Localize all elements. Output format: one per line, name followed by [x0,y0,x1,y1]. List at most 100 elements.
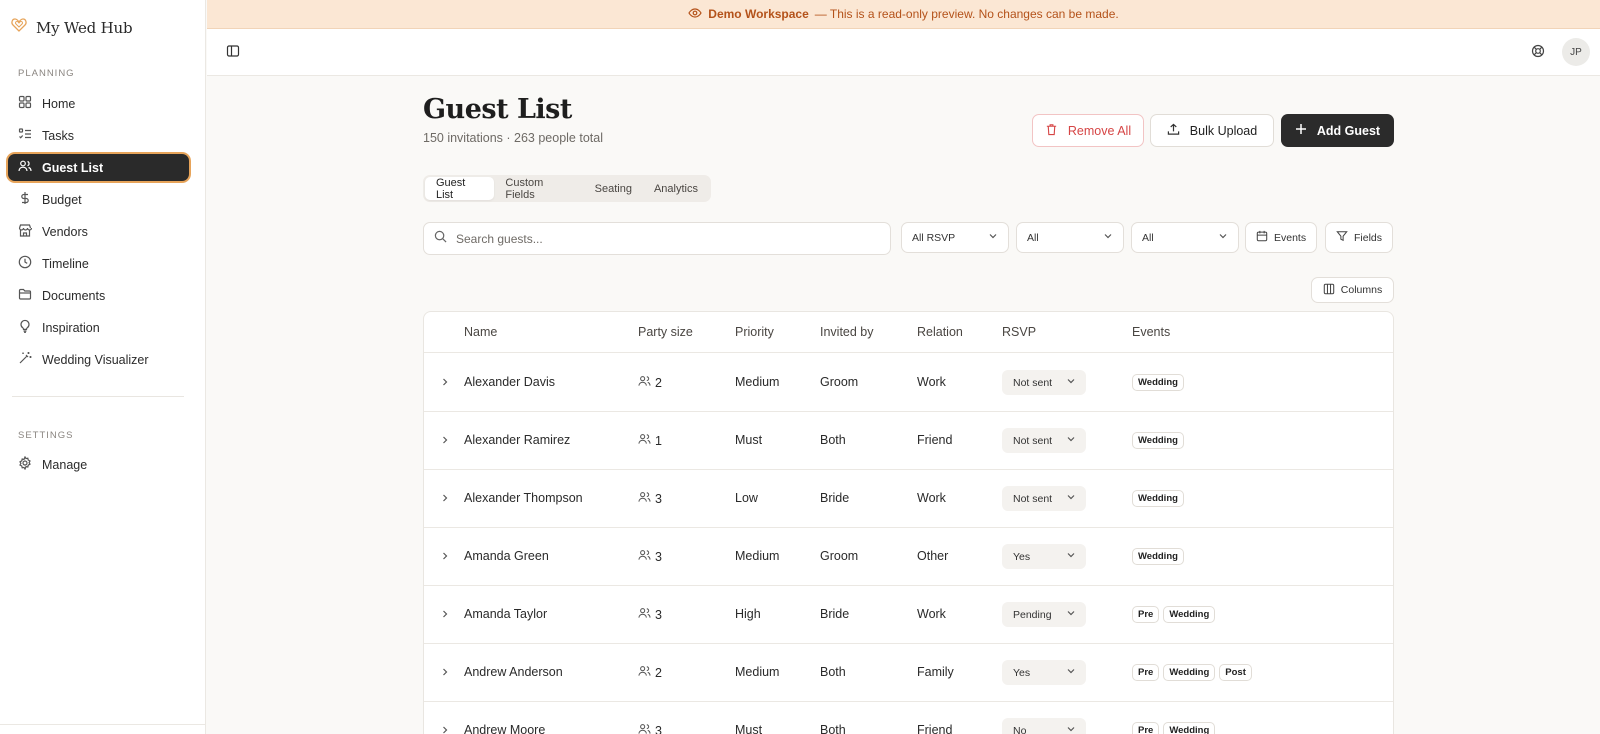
sidebar-item-guest-list[interactable]: Guest List [8,154,189,181]
guest-name: Alexander Ramirez [464,433,571,447]
sidebar-item-inspiration[interactable]: Inspiration [8,314,189,341]
tab-guest-list[interactable]: Guest List [425,177,495,201]
rsvp-select[interactable]: Yes [1002,544,1086,569]
header-rsvp[interactable]: RSVP [1002,325,1036,339]
rsvp-select[interactable]: Not sent [1002,428,1086,453]
header-invited-by[interactable]: Invited by [820,325,874,339]
table-row[interactable]: Andrew Anderson 2 Medium Both Family Yes Pre We… [424,644,1393,702]
filter-3-select[interactable]: All [1131,222,1239,253]
party-size-value: 2 [655,375,662,390]
search-input[interactable] [456,231,856,246]
sidebar-item-budget[interactable]: Budget [8,186,189,213]
sidebar-item-wedding-visualizer[interactable]: Wedding Visualizer [8,346,189,373]
fields-filter-button[interactable]: Fields [1325,222,1394,253]
header-party-size[interactable]: Party size [638,325,693,339]
search-box [423,222,891,255]
tab-seating[interactable]: Seating [584,177,643,200]
help-button[interactable] [1528,43,1548,63]
users-icon [18,159,32,176]
invited-by: Both [820,723,846,734]
event-tag: Wedding [1132,432,1184,449]
table-row[interactable]: Alexander Ramirez 1 Must Both Friend Not sent… [424,412,1393,470]
party-size-value: 3 [655,723,662,734]
priority: Must [735,723,763,734]
sidebar-item-vendors[interactable]: Vendors [8,218,189,245]
workspace-name: Demo Workspace [708,7,809,21]
sidebar-item-tasks[interactable]: Tasks [8,122,189,149]
sidebar-item-documents[interactable]: Documents [8,282,189,309]
expand-row-chevron-icon[interactable] [436,605,454,623]
expand-row-chevron-icon[interactable] [436,721,454,734]
expand-row-chevron-icon[interactable] [436,547,454,565]
party-size-value: 3 [655,607,662,622]
table-row[interactable]: Amanda Taylor 3 High Bride Work Pending Pre Wed… [424,586,1393,644]
expand-row-chevron-icon[interactable] [436,663,454,681]
upload-icon [1167,123,1180,139]
events-filter-button[interactable]: Events [1245,222,1318,253]
avatar[interactable]: JP [1562,38,1590,66]
sidebar-item-timeline[interactable]: Timeline [8,250,189,277]
add-guest-button[interactable]: Add Guest [1281,114,1394,147]
rsvp-value: Not sent [1013,376,1053,389]
magic-wand-icon [18,351,32,368]
rsvp-select[interactable]: Not sent [1002,370,1086,395]
expand-row-chevron-icon[interactable] [436,431,454,449]
rsvp-select[interactable]: Pending [1002,602,1086,627]
guest-name: Alexander Thompson [464,491,583,505]
party-size: 3 [638,549,662,564]
tab-analytics[interactable]: Analytics [643,177,709,200]
event-tag: Pre [1132,606,1160,623]
rsvp-value: Pending [1013,608,1052,621]
bulk-upload-button[interactable]: Bulk Upload [1150,114,1274,147]
table-row[interactable]: Andrew Moore 3 Must Both Friend No Pre Wedding [424,702,1393,734]
sidebar-item-manage[interactable]: Manage [8,451,189,478]
event-tag: Pre [1132,664,1160,681]
planning-section-label: PLANNING [18,68,75,79]
sidebar-item-label: Budget [42,192,82,207]
chevron-down-icon [1218,231,1228,244]
filter-2-value: All [1027,231,1039,244]
rsvp-value: Yes [1013,550,1031,563]
chevron-down-icon [1066,492,1076,505]
header-relation[interactable]: Relation [917,325,963,339]
header-priority[interactable]: Priority [735,325,774,339]
table-row[interactable]: Alexander Davis 2 Medium Groom Work Not sent W… [424,354,1393,412]
party-size: 2 [638,665,662,680]
sidebar-item-label: Vendors [42,224,88,239]
guest-name: Andrew Anderson [464,665,563,679]
users-icon [638,665,651,680]
events-tags: Wedding [1132,548,1184,565]
sidebar-item-home[interactable]: Home [8,90,189,117]
rsvp-filter-select[interactable]: All RSVP [901,222,1009,253]
header-name[interactable]: Name [464,325,497,339]
remove-all-button[interactable]: Remove All [1032,114,1144,147]
settings-section-label: SETTINGS [18,430,74,441]
users-icon [638,491,651,506]
sidebar-footer [0,724,206,734]
expand-row-chevron-icon[interactable] [436,373,454,391]
lightbulb-icon [18,319,32,336]
trash-icon [1045,123,1058,139]
columns-button[interactable]: Columns [1311,277,1394,303]
rsvp-value: Not sent [1013,434,1053,447]
events-tags: Wedding [1132,490,1184,507]
relation: Work [917,607,946,621]
invited-by: Groom [820,549,859,563]
dollar-icon [18,191,32,208]
rsvp-select[interactable]: Yes [1002,660,1086,685]
brand[interactable]: My Wed Hub [10,17,133,38]
header-events[interactable]: Events [1132,325,1170,339]
rsvp-select[interactable]: No [1002,718,1086,734]
folder-icon [18,287,32,304]
filter-2-select[interactable]: All [1016,222,1124,253]
sidebar-item-label: Wedding Visualizer [42,352,149,367]
table-row[interactable]: Alexander Thompson 3 Low Bride Work Not sent W… [424,470,1393,528]
rsvp-select[interactable]: Not sent [1002,486,1086,511]
table-header: Name Party size Priority Invited by Rela… [424,312,1393,353]
expand-row-chevron-icon[interactable] [436,489,454,507]
tab-custom-fields[interactable]: Custom Fields [494,177,583,201]
filter-funnel-icon [1336,230,1348,245]
invited-by: Bride [820,491,850,505]
sidebar-toggle-button[interactable] [223,43,243,63]
table-row[interactable]: Amanda Green 3 Medium Groom Other Yes Wedding [424,528,1393,586]
